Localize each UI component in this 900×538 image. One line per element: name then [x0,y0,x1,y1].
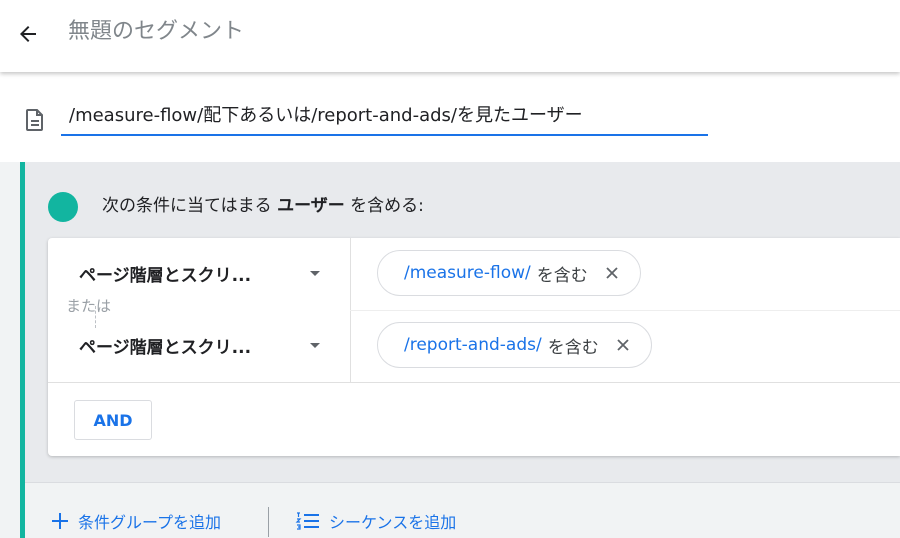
include-condition-text: 次の条件に当てはまる ユーザー を含める: [102,193,424,219]
include-suffix: を含める: [350,196,424,216]
plus-icon [50,511,70,531]
dimension-select-2[interactable]: ページ階層とスクリ... [62,327,344,363]
condition-group-indicator-dot [48,192,78,222]
dimension-select-1[interactable]: ページ階層とスクリ... [62,255,344,291]
add-sequence-label: シーケンスを追加 [329,513,457,532]
footer-link-separator [268,507,269,537]
dimension-label-2: ページ階層とスクリ... [79,337,252,358]
or-label: または [66,297,112,315]
and-button[interactable]: AND [74,400,152,440]
condition-value-2: /report-and-ads/ [404,335,542,355]
caret-down-icon [310,342,320,348]
page-title: 無題のセグメント [68,19,245,44]
add-condition-group-button[interactable]: 条件グループを追加 [50,506,221,536]
footer-divider [25,482,900,483]
segment-name-input[interactable] [61,96,708,136]
condition-chip-2[interactable]: /report-and-ads/ を含む [377,322,652,368]
condition-chip-1[interactable]: /measure-flow/ を含む [377,250,641,296]
arrow-left-icon [20,26,36,42]
condition-operator-1: を含む [536,265,588,286]
close-icon[interactable] [602,263,622,283]
caret-down-icon [310,270,320,276]
top-bar: 無題のセグメント [0,0,900,72]
row-divider [350,310,900,311]
document-icon [26,109,43,131]
add-sequence-button[interactable]: シーケンスを追加 [295,506,456,536]
add-condition-group-label: 条件グループを追加 [78,513,222,532]
include-prefix: 次の条件に当てはまる [102,196,272,216]
dimension-label-1: ページ階層とスクリ... [79,265,252,286]
condition-operator-2: を含む [547,337,599,358]
include-scope[interactable]: ユーザー [277,196,345,216]
condition-value-1: /measure-flow/ [404,263,531,283]
back-button[interactable] [10,16,46,52]
card-divider [48,382,900,383]
list-numbered-icon [295,510,321,532]
close-icon[interactable] [613,335,633,355]
